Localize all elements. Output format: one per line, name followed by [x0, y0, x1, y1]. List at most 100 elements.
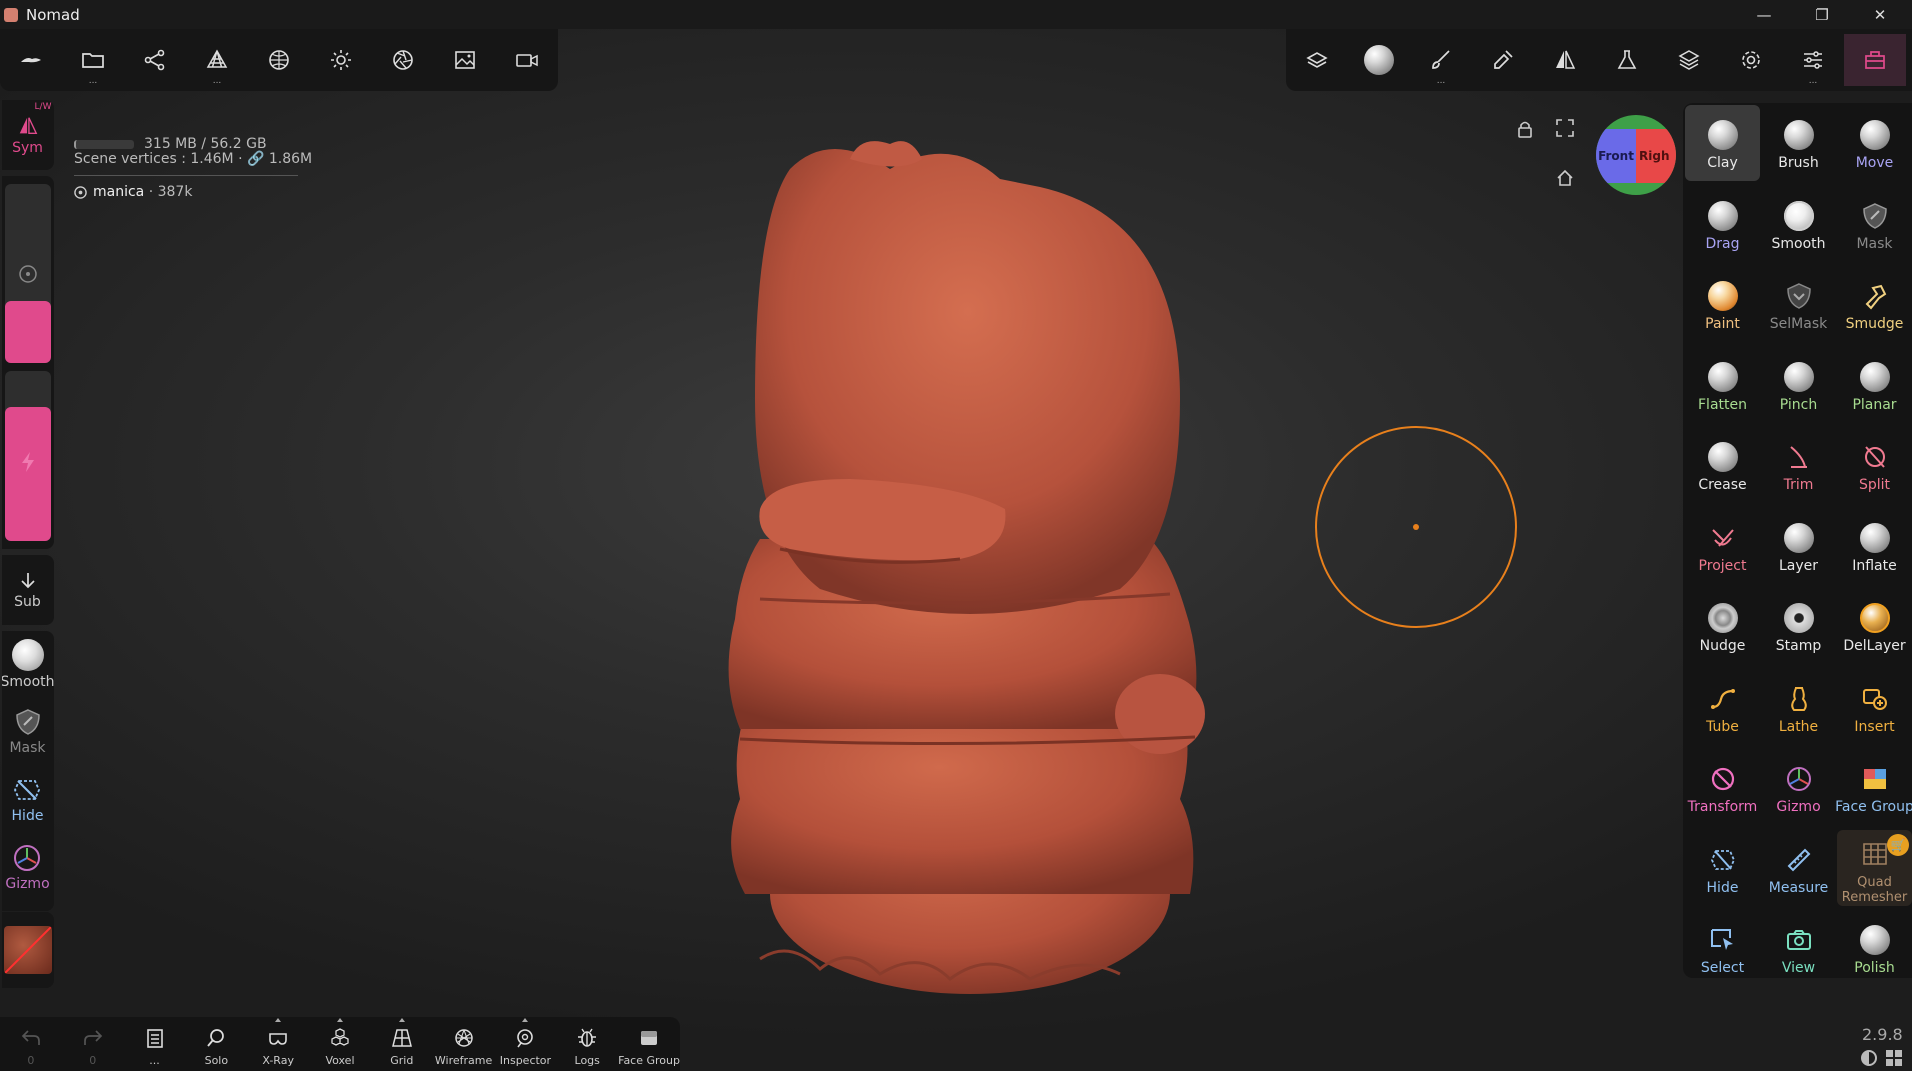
sculpt-model[interactable] [700, 139, 1220, 1019]
paint-button[interactable] [1410, 34, 1472, 86]
quick-smooth-button[interactable]: Smooth [2, 639, 54, 707]
tool-select[interactable]: Select [1685, 910, 1760, 986]
brush-icon [1783, 119, 1815, 151]
tool-face-group[interactable]: Face Group [1835, 749, 1912, 825]
lock-icon[interactable] [1516, 119, 1534, 139]
flask-icon [1617, 50, 1637, 69]
view-cube-right[interactable]: Righ [1636, 129, 1676, 183]
grid-toggle-icon[interactable] [1886, 1050, 1902, 1066]
tool-settings-button[interactable] [1782, 34, 1844, 86]
grid-button[interactable]: Grid [371, 1017, 433, 1071]
tool-crease[interactable]: Crease [1685, 427, 1760, 503]
notes-button[interactable]: ... [124, 1017, 186, 1071]
tool-label: Brush [1778, 155, 1819, 171]
tools-panel-button[interactable] [1844, 34, 1906, 86]
tool-drag[interactable]: Drag [1685, 186, 1760, 262]
redo-button[interactable]: 0 [62, 1017, 124, 1071]
tool-project[interactable]: Project [1685, 508, 1760, 584]
settings-button[interactable] [1720, 34, 1782, 86]
dropper-button[interactable] [1472, 34, 1534, 86]
wireframe-icon [454, 1029, 473, 1047]
topology-button[interactable] [186, 34, 248, 86]
tool-clay[interactable]: Clay [1685, 105, 1760, 181]
intensity-slider[interactable] [4, 371, 51, 541]
layers-3d-button[interactable] [1286, 34, 1348, 86]
view-cube[interactable]: Front Righ [1596, 115, 1676, 195]
clay-icon [1707, 119, 1739, 151]
fullscreen-icon[interactable] [1556, 119, 1574, 137]
voxel-label: Voxel [325, 1054, 355, 1067]
tool-label: Polish [1854, 960, 1895, 976]
smudge-icon [1859, 280, 1891, 312]
tool-transform[interactable]: Transform [1685, 749, 1760, 825]
viewport-3d[interactable]: 315 MB / 56.2 GB Scene vertices : 1.46M … [0, 29, 1912, 1071]
tool-hide[interactable]: Hide [1685, 830, 1760, 906]
tool-smooth[interactable]: Smooth [1761, 186, 1836, 262]
tool-flatten[interactable]: Flatten [1685, 347, 1760, 423]
tool-selmask[interactable]: SelMask [1761, 266, 1836, 342]
sub-button[interactable]: Sub [1, 555, 54, 625]
nomad-menu-button[interactable] [0, 34, 62, 86]
inspector-button[interactable]: Inspector [495, 1017, 557, 1071]
undo-button[interactable]: 0 [0, 1017, 62, 1071]
tool-mask[interactable]: Mask [1837, 186, 1912, 262]
tool-brush[interactable]: Brush [1761, 105, 1836, 181]
tool-measure[interactable]: Measure [1761, 830, 1836, 906]
solo-button[interactable]: Solo [185, 1017, 247, 1071]
active-object[interactable]: manica · 387k [74, 185, 312, 200]
tool-insert[interactable]: Insert [1837, 669, 1912, 745]
xray-button[interactable]: X-Ray [247, 1017, 309, 1071]
tool-move[interactable]: Move [1837, 105, 1912, 181]
layers-button[interactable] [1658, 34, 1720, 86]
camera-button[interactable] [496, 34, 558, 86]
background-button[interactable] [434, 34, 496, 86]
symmetry-button[interactable] [1534, 34, 1596, 86]
tool-quad-remesher[interactable]: 🛒 Quad Remesher [1837, 829, 1912, 906]
restore-button[interactable]: ❐ [1793, 0, 1851, 29]
material-button[interactable] [248, 34, 310, 86]
lab-button[interactable] [1596, 34, 1658, 86]
tool-view[interactable]: View [1761, 910, 1836, 986]
face-group-bottom-button[interactable]: Face Group [618, 1017, 680, 1071]
smooth-label: Smooth [1, 674, 54, 690]
tool-dellayer[interactable]: DelLayer [1837, 588, 1912, 664]
tool-polish[interactable]: Polish [1837, 910, 1912, 986]
quick-gizmo-button[interactable]: Gizmo [5, 843, 50, 911]
radius-slider[interactable] [4, 184, 51, 364]
tool-stamp[interactable]: Stamp [1761, 588, 1836, 664]
tool-planar[interactable]: Planar [1837, 347, 1912, 423]
matcap-preview[interactable] [1, 912, 54, 988]
left-panel: L/W Sym Sub Smooth Mask Hide Gizmo [0, 100, 55, 994]
home-icon[interactable] [1556, 169, 1574, 187]
tool-pinch[interactable]: Pinch [1761, 347, 1836, 423]
face-group-icon [1859, 763, 1891, 795]
lighting-button[interactable] [310, 34, 372, 86]
tool-nudge[interactable]: Nudge [1685, 588, 1760, 664]
quick-hide-button[interactable]: Hide [12, 775, 43, 843]
voxel-button[interactable]: Voxel [309, 1017, 371, 1071]
tool-trim[interactable]: Trim [1761, 427, 1836, 503]
tool-layer[interactable]: Layer [1761, 508, 1836, 584]
quick-mask-button[interactable]: Mask [9, 707, 46, 775]
tool-inflate[interactable]: Inflate [1837, 508, 1912, 584]
tool-lathe[interactable]: Lathe [1761, 669, 1836, 745]
logs-button[interactable]: Logs [556, 1017, 618, 1071]
tool-gizmo[interactable]: Gizmo [1761, 749, 1836, 825]
minimize-button[interactable]: — [1735, 0, 1793, 29]
theme-toggle-icon[interactable] [1861, 1050, 1877, 1066]
tool-paint[interactable]: Paint [1685, 266, 1760, 342]
tool-label: Planar [1852, 396, 1897, 413]
wireframe-button[interactable]: Wireframe [433, 1017, 495, 1071]
symmetry-toggle[interactable]: L/W Sym [1, 100, 54, 170]
bottom-toolbar: 0 0 ... Solo X-Ray Voxel Grid Wireframe … [0, 1017, 680, 1071]
material-sphere-button[interactable] [1348, 34, 1410, 86]
scene-button[interactable] [124, 34, 186, 86]
tool-tube[interactable]: Tube [1685, 669, 1760, 745]
tool-split[interactable]: Split [1837, 427, 1912, 503]
files-button[interactable] [62, 34, 124, 86]
insert-icon [1859, 683, 1891, 715]
close-button[interactable]: ✕ [1851, 0, 1909, 29]
tool-smudge[interactable]: Smudge [1837, 266, 1912, 342]
postprocess-button[interactable] [372, 34, 434, 86]
view-cube-front[interactable]: Front [1596, 129, 1636, 183]
